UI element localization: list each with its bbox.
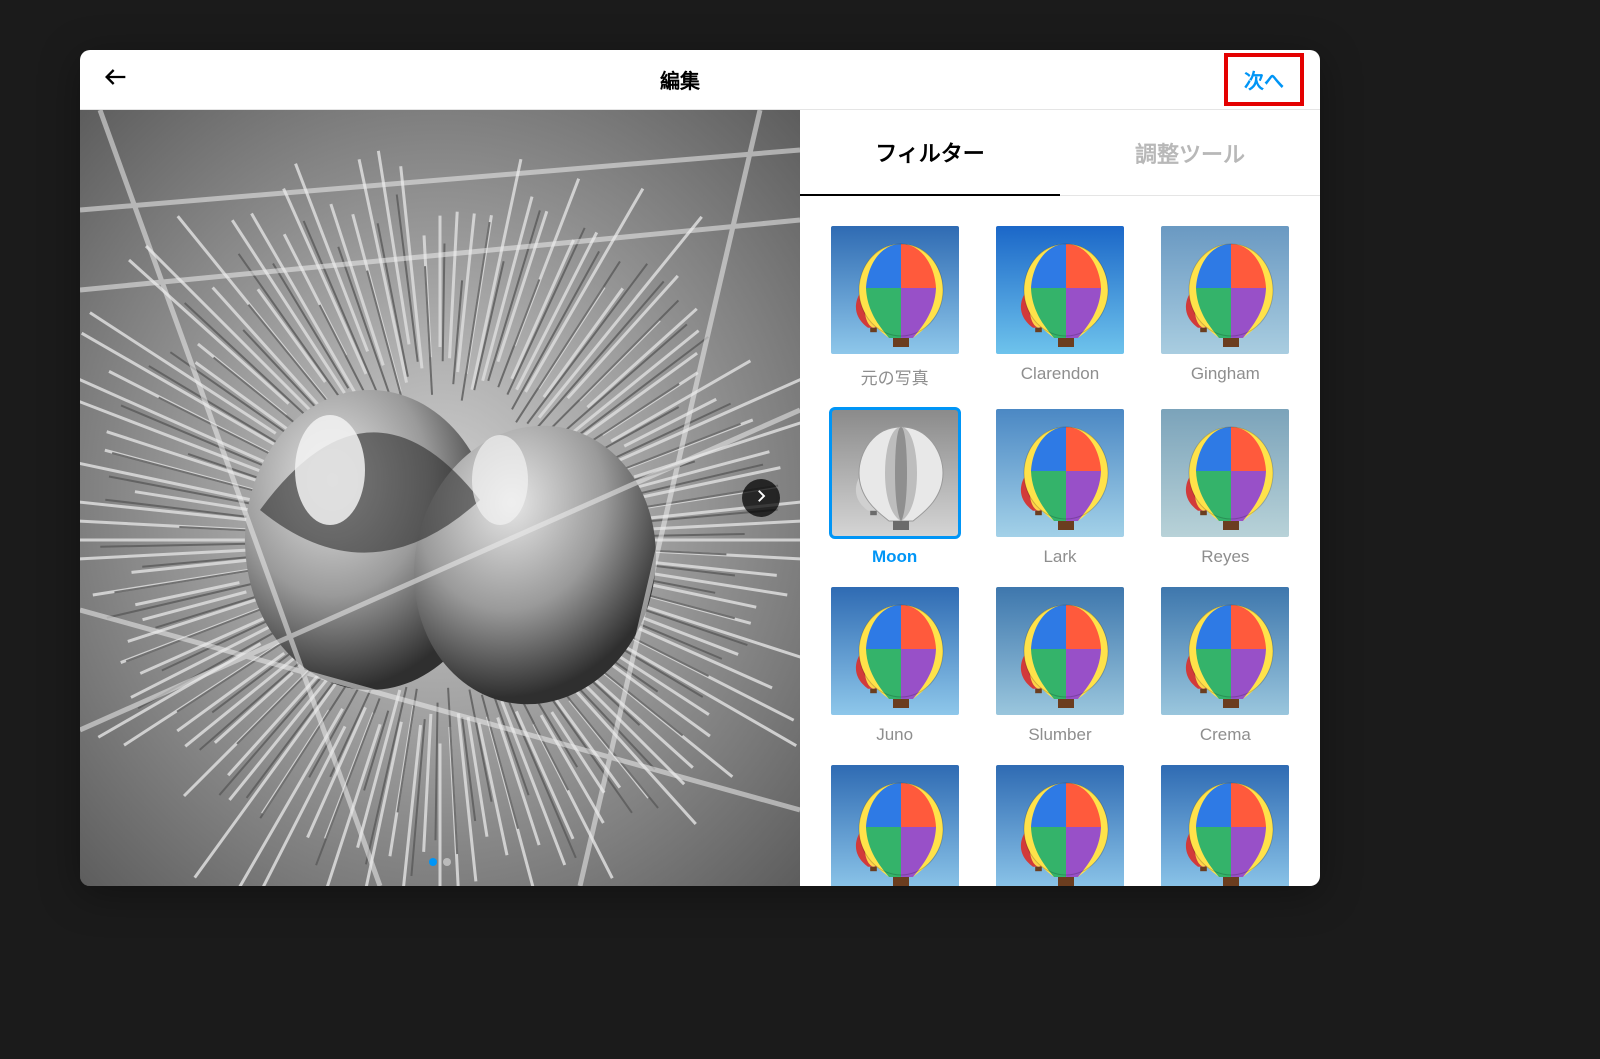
image-preview-pane — [80, 110, 800, 886]
filter-item-crema[interactable]: Crema — [1155, 587, 1296, 745]
filter-thumbnail — [1161, 765, 1289, 886]
arrow-left-icon — [102, 63, 130, 96]
editor-body: フィルター 調整ツール 元の写真 — [80, 110, 1320, 886]
filter-item-perpetua[interactable]: Perpetua — [1155, 765, 1296, 886]
carousel-next-button[interactable] — [742, 479, 780, 517]
filter-label: Clarendon — [1021, 364, 1099, 384]
filter-label: Lark — [1043, 547, 1076, 567]
tab-filter[interactable]: フィルター — [800, 110, 1060, 196]
filter-thumbnail — [996, 587, 1124, 715]
filter-thumbnail — [1161, 226, 1289, 354]
carousel-dots — [429, 858, 451, 866]
filter-thumbnail — [996, 226, 1124, 354]
filter-thumbnail — [996, 765, 1124, 886]
filter-thumbnail — [831, 409, 959, 537]
next-button[interactable]: 次へ — [1234, 61, 1294, 98]
filter-thumbnail — [831, 587, 959, 715]
filter-label: 元の写真 — [861, 364, 929, 389]
filter-item-original[interactable]: 元の写真 — [824, 226, 965, 389]
filter-thumbnail — [831, 226, 959, 354]
preview-image — [80, 110, 800, 886]
photo-editor-window: 編集 次へ — [80, 50, 1320, 886]
filter-item-aden[interactable]: Aden — [989, 765, 1130, 886]
next-button-highlight: 次へ — [1224, 53, 1304, 106]
filter-label: Reyes — [1201, 547, 1249, 567]
filter-item-clarendon[interactable]: Clarendon — [989, 226, 1130, 389]
filter-item-juno[interactable]: Juno — [824, 587, 965, 745]
filter-label: Juno — [876, 725, 913, 745]
carousel-dot[interactable] — [429, 858, 437, 866]
filter-thumbnail — [831, 765, 959, 886]
filter-item-ludwig[interactable]: Ludwig — [824, 765, 965, 886]
filter-item-slumber[interactable]: Slumber — [989, 587, 1130, 745]
filter-label: Moon — [872, 547, 917, 567]
editor-header: 編集 次へ — [80, 50, 1320, 110]
back-button[interactable] — [96, 60, 136, 100]
filter-label: Gingham — [1191, 364, 1260, 384]
filter-label: Crema — [1200, 725, 1251, 745]
filter-item-moon[interactable]: Moon — [824, 409, 965, 567]
tab-adjust[interactable]: 調整ツール — [1060, 110, 1320, 196]
filter-thumbnail — [996, 409, 1124, 537]
filter-grid: 元の写真 Clarendon — [800, 196, 1320, 886]
filter-label: Slumber — [1028, 725, 1091, 745]
carousel-dot[interactable] — [443, 858, 451, 866]
filter-item-gingham[interactable]: Gingham — [1155, 226, 1296, 389]
filter-item-lark[interactable]: Lark — [989, 409, 1130, 567]
chevron-right-icon — [752, 487, 770, 510]
filter-item-reyes[interactable]: Reyes — [1155, 409, 1296, 567]
editor-tabs: フィルター 調整ツール — [800, 110, 1320, 196]
page-title: 編集 — [660, 65, 700, 94]
filter-thumbnail — [1161, 409, 1289, 537]
editor-side-panel: フィルター 調整ツール 元の写真 — [800, 110, 1320, 886]
filter-thumbnail — [1161, 587, 1289, 715]
